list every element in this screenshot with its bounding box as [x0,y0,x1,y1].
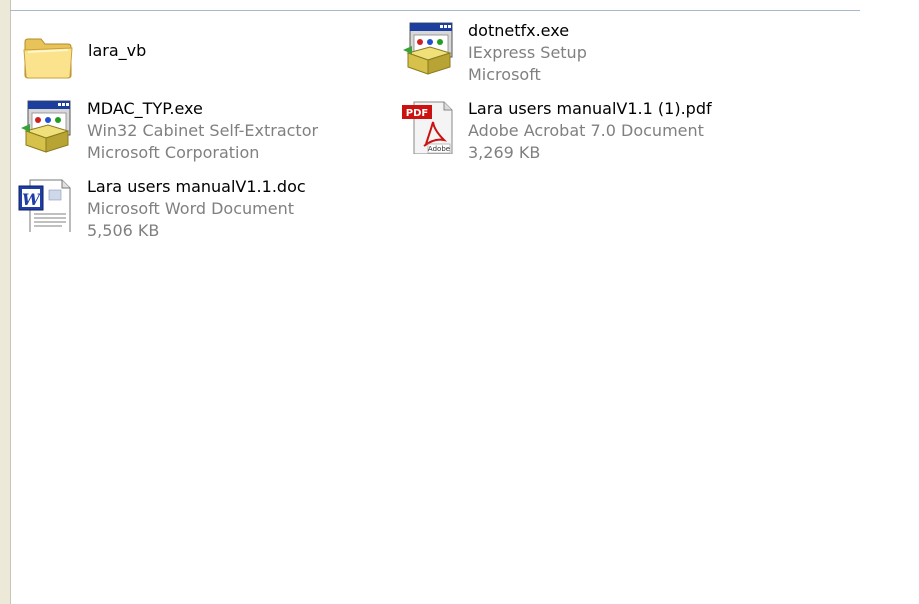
file-tile-lara-manual-doc[interactable]: W Lara users manualV1.1.doc Microsoft Wo… [18,176,348,248]
file-tile-mdac-typ[interactable]: MDAC_TYP.exe Win32 Cabinet Self-Extracto… [18,98,348,170]
file-detail: 3,269 KB [468,143,541,162]
file-name: lara_vb [88,41,147,60]
file-detail: Microsoft Corporation [87,143,260,162]
installer-icon [403,22,453,75]
file-type: Microsoft Word Document [87,199,294,218]
file-name: dotnetfx.exe [468,21,570,40]
window-left-edge [0,0,11,604]
file-type: Adobe Acrobat 7.0 Document [468,121,704,140]
file-type: Win32 Cabinet Self-Extractor [87,121,319,140]
folder-icon [23,38,73,79]
file-type: IExpress Setup [468,43,587,62]
svg-text:Adobe: Adobe [428,145,450,153]
svg-text:PDF: PDF [406,108,428,119]
file-detail: 5,506 KB [87,221,160,240]
svg-text:W: W [22,190,42,209]
file-name: Lara users manualV1.1 (1).pdf [468,99,712,118]
file-tile-dotnetfx[interactable]: dotnetfx.exe IExpress Setup Microsoft [400,20,730,92]
file-name: Lara users manualV1.1.doc [87,177,306,196]
word-document-icon: W [18,179,71,232]
installer-icon [21,100,71,153]
file-detail: Microsoft [468,65,541,84]
file-name: MDAC_TYP.exe [87,99,203,118]
file-tile-lara-manual-pdf[interactable]: PDF Adobe Lara users manualV1.1 (1).pdf … [400,98,730,170]
top-divider [10,10,860,11]
pdf-icon: PDF Adobe [402,101,453,154]
file-tile-lara-vb[interactable]: lara_vb [20,28,350,100]
